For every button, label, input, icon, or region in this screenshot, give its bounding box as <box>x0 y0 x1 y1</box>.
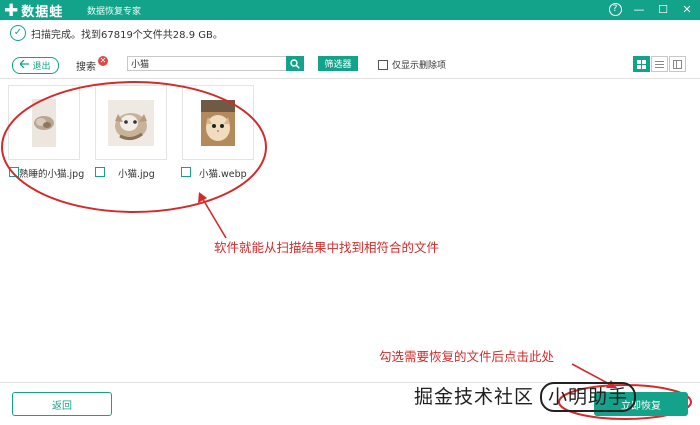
file-checkbox[interactable] <box>9 167 19 177</box>
file-checkbox[interactable] <box>95 167 105 177</box>
check-annotation: 勾选需要恢复的文件后点击此处 <box>379 349 555 364</box>
minimize-button[interactable]: — <box>632 2 646 16</box>
columns-icon <box>673 59 682 69</box>
scan-status-text: 扫描完成。找到67819个文件共28.9 GB。 <box>31 29 223 41</box>
help-icon: ? <box>608 2 622 16</box>
search-button[interactable] <box>286 56 304 71</box>
title-bar: ✚ 数据蛙 数据恢复专家 ? — ☐ ✕ <box>0 0 700 20</box>
grid-icon <box>637 59 646 69</box>
file-name: 小猫.webp <box>199 169 247 180</box>
watermark-left: 掘金技术社区 <box>414 386 535 408</box>
search-label: 搜索 <box>76 62 96 73</box>
return-button[interactable]: 返回 <box>12 392 112 416</box>
app-name: 数据蛙 <box>21 5 64 20</box>
file-thumbnail <box>201 99 235 146</box>
watermark: 掘金技术社区 小明助手 <box>414 382 637 412</box>
scan-status: ✓ 扫描完成。找到67819个文件共28.9 GB。 <box>10 25 223 41</box>
list-view-button[interactable] <box>651 56 668 72</box>
help-button[interactable]: ? <box>608 2 622 16</box>
view-toggles <box>632 56 686 72</box>
exit-button-label: 退出 <box>32 62 51 72</box>
app-logo: ✚ 数据蛙 <box>4 0 64 21</box>
filter-button[interactable]: 筛选器 <box>318 56 358 71</box>
logo-cross-icon: ✚ <box>4 0 19 21</box>
file-name: 小猫.jpg <box>118 169 155 180</box>
toolbar: 退出 搜索 ✕ 筛选器 仅显示删除项 <box>0 52 700 79</box>
deleted-only-checkbox[interactable] <box>378 59 388 70</box>
watermark-right: 小明助手 <box>540 382 637 412</box>
exit-button[interactable]: 退出 <box>12 57 59 74</box>
search-input[interactable] <box>127 56 290 71</box>
list-icon <box>655 60 664 68</box>
file-thumbnail <box>108 99 154 146</box>
thumbnail-view-button[interactable] <box>633 56 650 72</box>
close-button[interactable]: ✕ <box>680 2 694 16</box>
found-annotation: 软件就能从扫描结果中找到相符合的文件 <box>214 240 440 255</box>
file-card[interactable] <box>95 85 167 160</box>
annotation-arrow <box>200 195 227 239</box>
file-card[interactable] <box>182 85 254 160</box>
deleted-only-toggle[interactable]: 仅显示删除项 <box>378 58 446 71</box>
maximize-button[interactable]: ☐ <box>656 2 670 16</box>
detail-view-button[interactable] <box>669 56 686 72</box>
arrow-left-icon <box>19 59 30 71</box>
window-controls: ? — ☐ ✕ <box>608 2 694 16</box>
clear-search-icon[interactable]: ✕ <box>98 56 108 66</box>
check-circle-icon: ✓ <box>10 25 26 41</box>
app-subtitle: 数据恢复专家 <box>87 7 142 17</box>
file-checkbox[interactable] <box>181 167 191 177</box>
search-icon <box>290 58 300 69</box>
file-name: 熟睡的小猫.jpg <box>19 169 85 180</box>
file-thumbnail <box>32 98 56 147</box>
deleted-only-label: 仅显示删除项 <box>392 61 447 71</box>
file-card[interactable] <box>8 85 80 160</box>
